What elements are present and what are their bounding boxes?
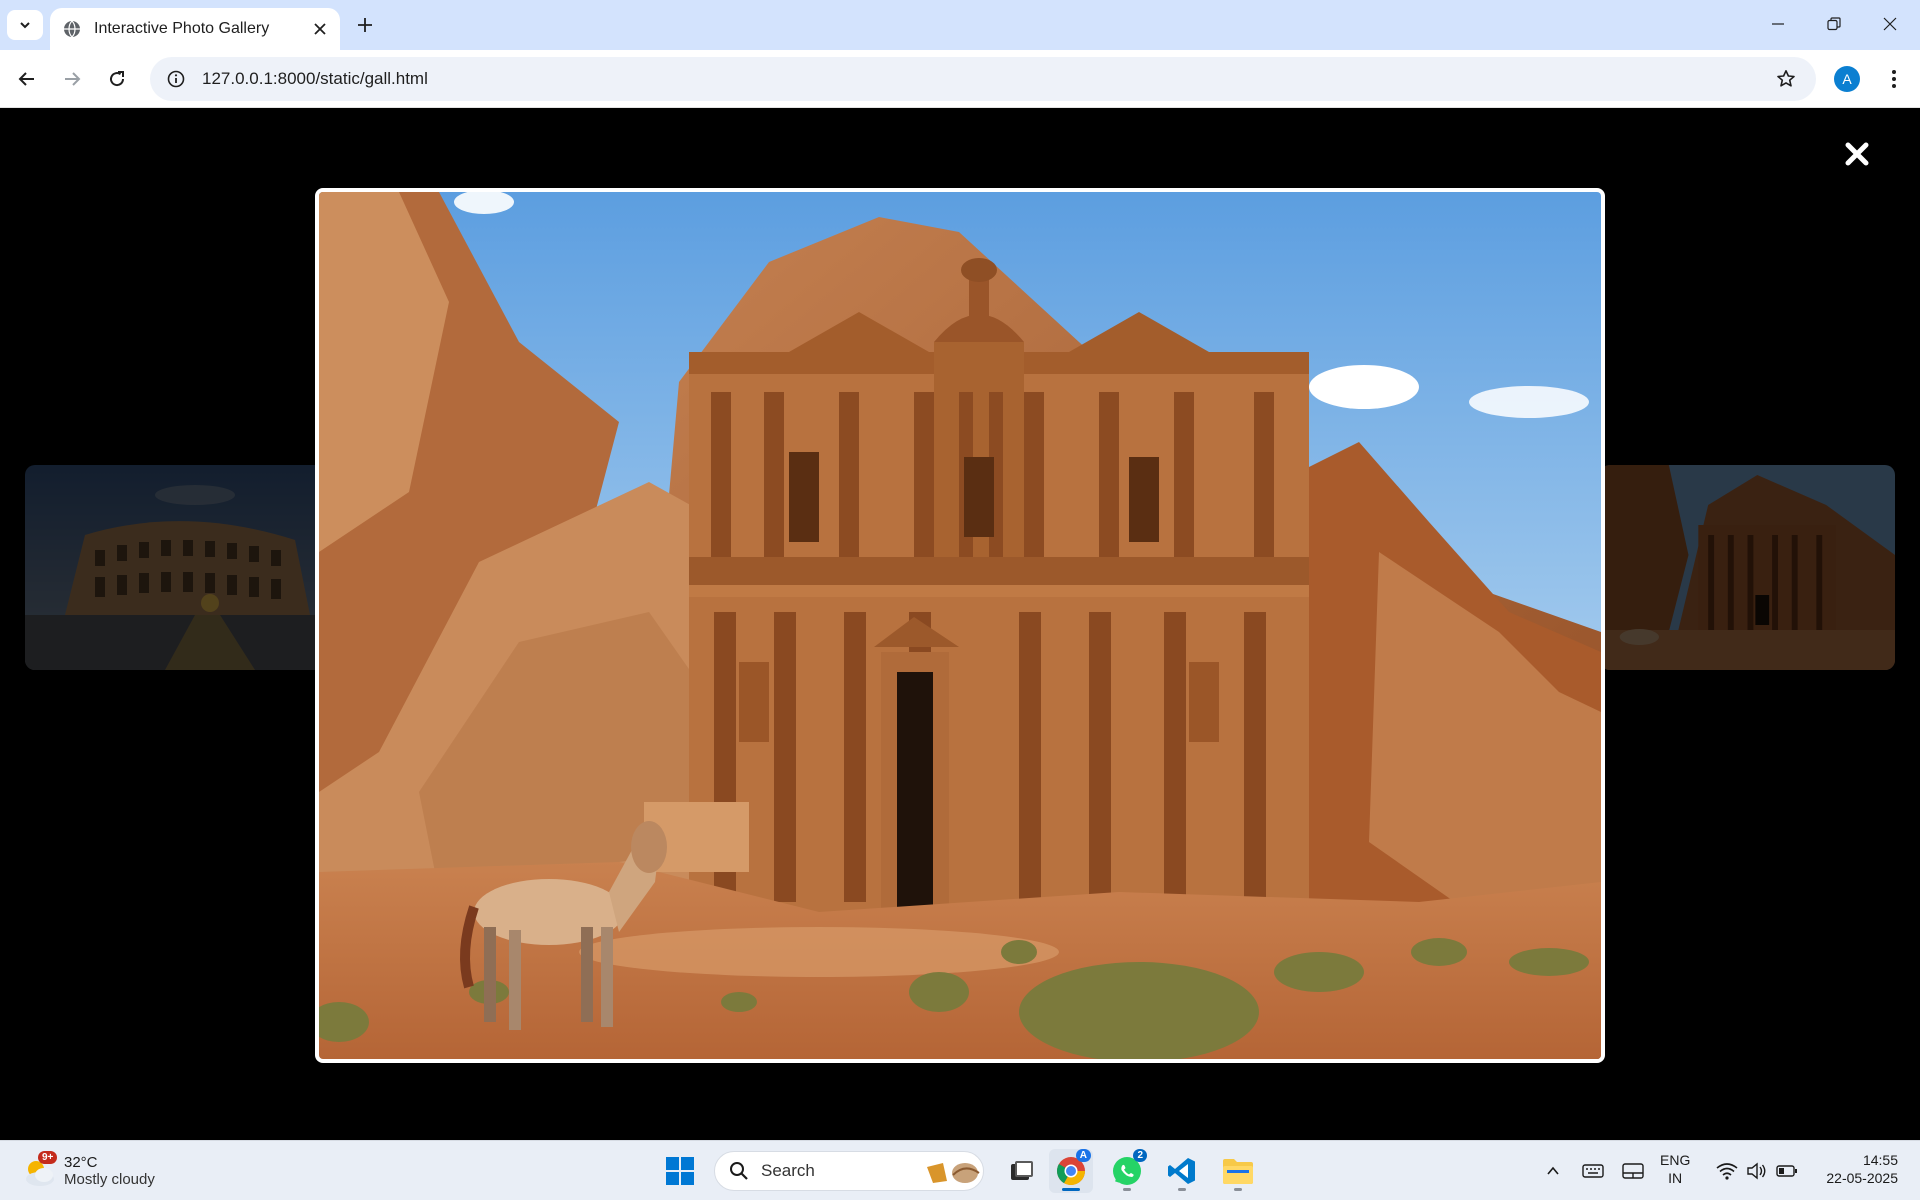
system-clock[interactable]: 14:55 22-05-2025 [1810,1151,1898,1187]
touchpad-tray-button[interactable] [1618,1151,1648,1191]
clock-date: 22-05-2025 [1826,1170,1898,1187]
reload-icon [110,71,125,87]
language-indicator[interactable]: ENG IN [1660,1151,1690,1187]
weather-widget[interactable]: 9+ 32°C Mostly cloudy [22,1149,155,1193]
battery-icon [1776,1165,1797,1177]
gallery-lightbox-overlay [0,109,1920,1140]
arrow-right-icon [65,72,81,86]
gallery-thumbnail-petra[interactable] [1600,465,1895,670]
weather-temperature: 32°C [64,1153,98,1171]
close-icon [314,23,326,35]
windows-logo-icon [666,1157,694,1185]
running-indicator [1123,1188,1131,1191]
running-indicator [1178,1188,1186,1191]
new-tab-button[interactable] [350,10,380,40]
globe-icon [62,19,82,39]
browser-toolbar: 127.0.0.1:8000/static/gall.html A [0,50,1920,108]
browser-tab-active[interactable]: Interactive Photo Gallery [50,8,340,50]
whatsapp-notification-badge: 2 [1133,1149,1147,1162]
running-indicator [1062,1188,1080,1191]
close-icon [1845,142,1869,166]
reload-button[interactable] [99,61,135,97]
bookmark-star-icon[interactable] [1766,59,1806,99]
battery-tray-button[interactable] [1772,1151,1802,1191]
language-code: ENG [1660,1152,1691,1168]
search-icon [730,1162,748,1180]
restore-button[interactable] [1806,4,1862,44]
close-window-button[interactable] [1862,4,1918,44]
chevron-down-icon [20,22,30,29]
keyboard-tray-button[interactable] [1578,1151,1608,1191]
restore-icon [1827,17,1841,31]
volume-tray-button[interactable] [1742,1151,1772,1191]
lightbox-image-petra-monastery [319,192,1601,1059]
plus-icon [358,18,372,32]
taskbar: 9+ 32°C Mostly cloudy Search A 2 ENG IN … [0,1140,1920,1200]
profile-avatar[interactable]: A [1834,66,1860,92]
taskbar-chrome[interactable]: A [1049,1149,1093,1193]
address-bar[interactable]: 127.0.0.1:8000/static/gall.html [150,57,1816,101]
taskbar-whatsapp[interactable]: 2 [1105,1149,1149,1193]
taskbar-search-label: Search [761,1161,815,1180]
tab-title: Interactive Photo Gallery [94,20,270,37]
close-icon [1883,17,1897,31]
browser-tabstrip: Interactive Photo Gallery [0,0,1920,50]
task-view-icon [1011,1161,1033,1180]
vscode-icon [1168,1158,1195,1184]
lightbox-close-button[interactable] [1840,137,1874,171]
clock-time: 14:55 [1862,1152,1898,1168]
search-highlight-icon [927,1163,980,1183]
tab-close-button[interactable] [306,15,334,43]
forward-button[interactable] [54,61,90,97]
back-button[interactable] [9,61,45,97]
browser-menu-button[interactable] [1876,61,1912,97]
weather-condition: Mostly cloudy [64,1171,155,1188]
info-icon[interactable] [154,57,198,101]
chevron-up-icon [1547,1166,1559,1175]
gallery-thumbnail-colosseum[interactable] [25,465,325,670]
lightbox-image-frame [315,188,1605,1063]
weather-badge: 9+ [38,1151,58,1164]
folder-icon [1223,1159,1253,1184]
address-url[interactable]: 127.0.0.1:8000/static/gall.html [202,69,1766,89]
show-hidden-icons-button[interactable] [1538,1151,1568,1191]
start-button[interactable] [658,1149,702,1193]
arrow-left-icon [18,72,34,86]
wifi-tray-button[interactable] [1712,1151,1742,1191]
tab-search-button[interactable] [7,10,43,40]
task-view-button[interactable] [1000,1149,1044,1193]
touchpad-icon [1622,1163,1644,1179]
more-vert-icon [1892,70,1896,88]
taskbar-vscode[interactable] [1160,1149,1204,1193]
keyboard-icon [1582,1164,1604,1178]
language-region: IN [1668,1170,1683,1187]
taskbar-file-explorer[interactable] [1216,1149,1260,1193]
minimize-icon [1772,23,1784,25]
taskbar-search-box[interactable]: Search [714,1151,984,1191]
running-indicator [1234,1188,1242,1191]
minimize-button[interactable] [1750,4,1806,44]
wifi-icon [1716,1163,1738,1180]
chrome-profile-badge: A [1075,1149,1091,1162]
cloudy-weather-icon: 9+ [22,1151,58,1189]
volume-icon [1747,1162,1766,1180]
